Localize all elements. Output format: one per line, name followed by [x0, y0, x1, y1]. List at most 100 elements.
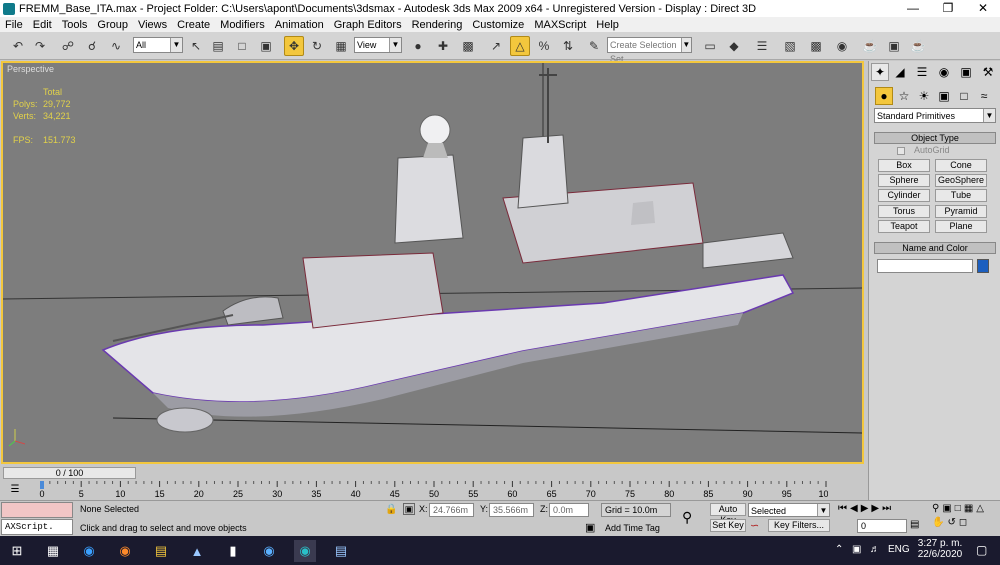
geosphere-button[interactable]: GeoSphere: [935, 174, 987, 187]
maximize-viewport-icon[interactable]: ◻: [959, 517, 967, 528]
hierarchy-tab-icon[interactable]: ☰: [913, 63, 931, 81]
menu-graph-editors[interactable]: Graph Editors: [329, 19, 407, 31]
viewport-label[interactable]: Perspective: [7, 64, 54, 74]
add-time-tag[interactable]: Add Time Tag: [605, 523, 660, 533]
cameras-icon[interactable]: ▣: [935, 87, 953, 105]
file-explorer-icon[interactable]: ▤: [150, 540, 172, 562]
reference-coord-dropdown[interactable]: View ▼: [354, 37, 402, 53]
edge-icon[interactable]: ◉: [78, 540, 100, 562]
tray-chevron-icon[interactable]: ⌃: [835, 544, 843, 555]
task-view-icon[interactable]: ▦: [42, 540, 64, 562]
pivot-center-icon[interactable]: ●: [408, 36, 428, 56]
select-rotate-icon[interactable]: ↻: [307, 36, 327, 56]
auto-key-button[interactable]: Auto Key: [710, 503, 746, 525]
field-of-view-icon[interactable]: △: [976, 503, 984, 514]
geometry-icon[interactable]: ●: [875, 87, 893, 105]
menu-rendering[interactable]: Rendering: [407, 19, 468, 31]
category-dropdown[interactable]: Standard Primitives ▼: [874, 108, 996, 123]
cylinder-button[interactable]: Cylinder: [878, 189, 930, 202]
autogrid-checkbox[interactable]: [897, 147, 905, 155]
spinner-snap-icon[interactable]: ⇅: [558, 36, 578, 56]
shapes-icon[interactable]: ☆: [895, 87, 913, 105]
lock-selection-icon[interactable]: 🔒: [385, 504, 397, 515]
time-slider[interactable]: 0 / 100: [3, 467, 136, 479]
display-tab-icon[interactable]: ▣: [957, 63, 975, 81]
cone-button[interactable]: Cone: [935, 159, 987, 172]
named-selection-set-dropdown[interactable]: Create Selection Set ▼: [607, 37, 692, 64]
menu-animation[interactable]: Animation: [270, 19, 329, 31]
sphere-button[interactable]: Sphere: [878, 174, 930, 187]
track-bar[interactable]: 0 5 10 15 20 25 30 35 40 45 50 55 60 65 70 75 80 85 90 95 10…: [38, 481, 828, 499]
undo-icon[interactable]: ↶: [8, 36, 28, 56]
zoom-extents-all-icon[interactable]: ▦: [964, 503, 973, 514]
menu-maxscript[interactable]: MAXScript: [529, 19, 591, 31]
menu-group[interactable]: Group: [92, 19, 133, 31]
object-name-field[interactable]: [877, 259, 973, 273]
link-icon[interactable]: ☍: [58, 36, 78, 56]
object-color-swatch[interactable]: [977, 259, 989, 273]
select-by-name-icon[interactable]: ▤: [208, 36, 228, 56]
edit-named-sets-icon[interactable]: ✎: [584, 36, 604, 56]
key-mode-dropdown[interactable]: Selected ▼: [748, 503, 830, 517]
set-key-button[interactable]: Set Key: [710, 519, 746, 532]
spacewarps-icon[interactable]: ≈: [975, 87, 993, 105]
lights-icon[interactable]: ☀: [915, 87, 933, 105]
plane-button[interactable]: Plane: [935, 220, 987, 233]
utilities-tab-icon[interactable]: ⚒: [979, 63, 997, 81]
maxscript-listener-top[interactable]: [1, 502, 73, 518]
minimize-button[interactable]: —: [898, 0, 928, 17]
tube-button[interactable]: Tube: [935, 189, 987, 202]
play-icon[interactable]: ▶: [861, 503, 869, 517]
zoom-icon[interactable]: ⚲: [932, 503, 939, 514]
quick-render-icon[interactable]: ☕: [908, 36, 928, 56]
track-bar-toggle-icon[interactable]: ☰: [8, 484, 22, 496]
torus-button[interactable]: Torus: [878, 205, 930, 218]
name-color-rollout-header[interactable]: Name and Color: [874, 242, 996, 254]
menu-edit[interactable]: Edit: [28, 19, 57, 31]
unlink-icon[interactable]: ☌: [82, 36, 102, 56]
manipulate-icon[interactable]: ✚: [433, 36, 453, 56]
menu-customize[interactable]: Customize: [467, 19, 529, 31]
3dsmax-taskbar-icon[interactable]: ◉: [294, 540, 316, 562]
selection-filter-dropdown[interactable]: All ▼: [133, 37, 183, 53]
select-object-icon[interactable]: ↖: [186, 36, 206, 56]
perspective-viewport[interactable]: Perspective Total Polys: 29,772 Verts: 3…: [1, 61, 864, 464]
select-move-icon[interactable]: ✥: [284, 36, 304, 56]
teapot-button[interactable]: Teapot: [878, 220, 930, 233]
align-icon[interactable]: ◆: [724, 36, 744, 56]
create-tab-icon[interactable]: ✦: [871, 63, 889, 81]
next-frame-icon[interactable]: ▶: [871, 503, 879, 517]
y-coordinate-field[interactable]: 35.566m: [489, 503, 534, 517]
terminal-icon[interactable]: ▮: [222, 540, 244, 562]
layer-manager-icon[interactable]: ☰: [752, 36, 772, 56]
snaps-toggle-icon[interactable]: ↗: [486, 36, 506, 56]
angle-snap-icon[interactable]: △: [510, 36, 530, 56]
absolute-mode-icon[interactable]: ▣: [403, 503, 415, 515]
rendered-frame-window-icon[interactable]: ▣: [884, 36, 904, 56]
current-frame-field[interactable]: 0: [857, 519, 907, 533]
mirror-icon[interactable]: ▭: [700, 36, 720, 56]
motion-tab-icon[interactable]: ◉: [935, 63, 953, 81]
app-icon-network[interactable]: ▲: [186, 540, 208, 562]
maxscript-mini-listener[interactable]: AXScript.: [1, 519, 73, 535]
select-scale-icon[interactable]: ▦: [331, 36, 351, 56]
goto-start-icon[interactable]: ⏮: [838, 503, 847, 517]
box-button[interactable]: Box: [878, 159, 930, 172]
bind-spacewarp-icon[interactable]: ∿: [106, 36, 126, 56]
maximize-button[interactable]: ❐: [933, 0, 963, 17]
menu-tools[interactable]: Tools: [57, 19, 93, 31]
object-type-rollout-header[interactable]: Object Type: [874, 132, 996, 144]
viewer-icon[interactable]: ▤: [330, 540, 352, 562]
pyramid-button[interactable]: Pyramid: [935, 205, 987, 218]
render-setup-icon[interactable]: ☕: [860, 36, 880, 56]
menu-file[interactable]: File: [0, 19, 28, 31]
schematic-view-icon[interactable]: ▩: [806, 36, 826, 56]
key-filters-button[interactable]: Key Filters...: [768, 519, 830, 532]
modify-tab-icon[interactable]: ◢: [891, 63, 909, 81]
redo-icon[interactable]: ↷: [30, 36, 50, 56]
zoom-extents-icon[interactable]: □: [955, 503, 961, 514]
prev-frame-icon[interactable]: ◀: [850, 503, 858, 517]
pan-icon[interactable]: ✋: [932, 517, 944, 528]
close-button[interactable]: ✕: [968, 0, 998, 17]
orbit-icon[interactable]: ↺: [947, 517, 955, 528]
